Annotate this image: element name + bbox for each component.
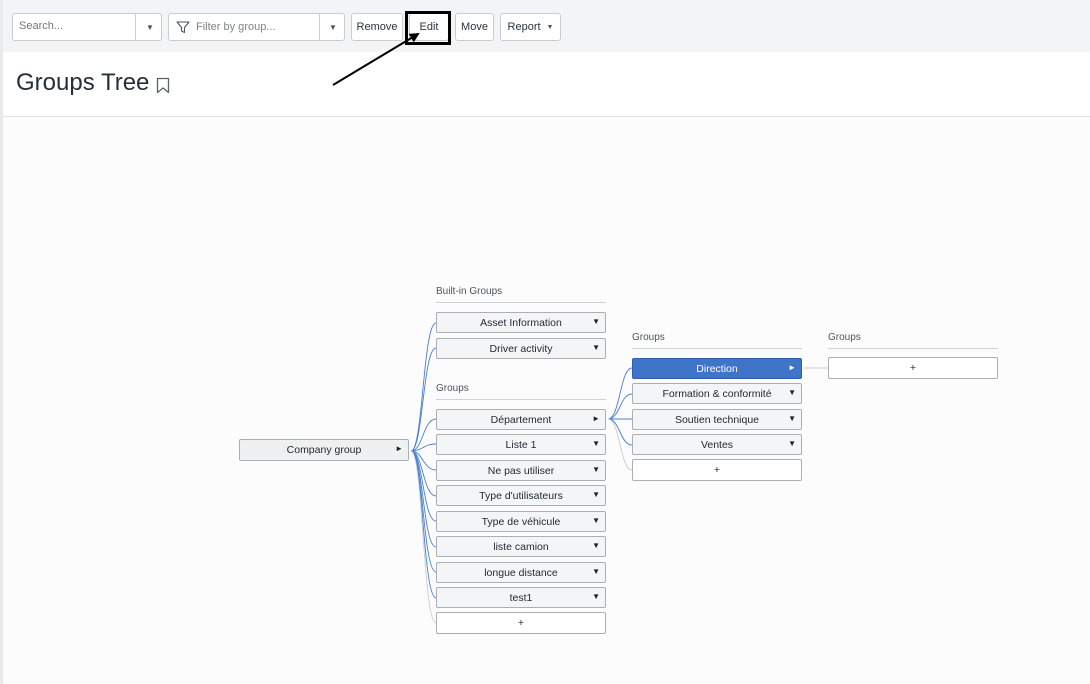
tree-node-formation-conformite[interactable]: Formation & conformité ▼ (632, 383, 802, 404)
tree-node-driver-activity[interactable]: Driver activity ▼ (436, 338, 606, 359)
builtin-groups-rule (436, 302, 606, 303)
tree-node-longue-distance[interactable]: longue distance ▼ (436, 562, 606, 583)
groups-title: Groups (436, 383, 469, 394)
expand-arrow-icon[interactable]: ► (592, 414, 600, 423)
dropdown-arrow-icon[interactable]: ▼ (592, 516, 600, 525)
subsubgroups-title: Groups (828, 332, 861, 343)
tree-node-ventes[interactable]: Ventes ▼ (632, 434, 802, 455)
node-label: Ne pas utiliser (487, 464, 555, 477)
node-label: Direction (696, 362, 738, 375)
dropdown-arrow-icon[interactable]: ▼ (592, 465, 600, 474)
dropdown-arrow-icon[interactable]: ▼ (592, 490, 600, 499)
node-label: Company group (286, 444, 362, 456)
node-label: Soutien technique (674, 413, 760, 426)
node-label: Formation & conformité (662, 387, 772, 400)
node-label: Type d'utilisateurs (479, 489, 563, 502)
tree-node-direction[interactable]: Direction ► (632, 358, 802, 379)
add-subsubgroup-button[interactable]: + (828, 357, 998, 379)
dropdown-arrow-icon[interactable]: ▼ (592, 317, 600, 326)
expand-arrow-icon[interactable]: ► (395, 444, 403, 453)
node-label: Département (490, 413, 552, 426)
node-label: Driver activity (489, 342, 553, 355)
dropdown-arrow-icon[interactable]: ▼ (592, 343, 600, 352)
dropdown-arrow-icon[interactable]: ▼ (592, 567, 600, 576)
dropdown-arrow-icon[interactable]: ▼ (788, 439, 796, 448)
node-label: longue distance (484, 566, 558, 579)
dropdown-arrow-icon[interactable]: ▼ (592, 541, 600, 550)
tree-node-company-group[interactable]: Company group ► (239, 439, 409, 461)
tree-node-ne-pas-utiliser[interactable]: Ne pas utiliser ▼ (436, 460, 606, 481)
node-label: Ventes (700, 438, 734, 451)
expand-arrow-icon[interactable]: ► (788, 363, 796, 372)
tree-node-asset-information[interactable]: Asset Information ▼ (436, 312, 606, 333)
add-group-button[interactable]: + (436, 612, 606, 634)
node-label: liste camion (493, 540, 549, 553)
add-label: + (517, 617, 525, 629)
node-label: Liste 1 (505, 438, 537, 451)
dropdown-arrow-icon[interactable]: ▼ (788, 414, 796, 423)
add-subgroup-button[interactable]: + (632, 459, 802, 481)
subsubgroups-rule (828, 348, 998, 349)
dropdown-arrow-icon[interactable]: ▼ (788, 388, 796, 397)
node-label: Type de véhicule (481, 515, 561, 528)
tree-node-soutien-technique[interactable]: Soutien technique ▼ (632, 409, 802, 430)
subgroups-title: Groups (632, 332, 665, 343)
tree-node-type-utilisateurs[interactable]: Type d'utilisateurs ▼ (436, 485, 606, 506)
node-label: Asset Information (480, 316, 562, 329)
add-label: + (713, 464, 721, 476)
tree-node-type-vehicule[interactable]: Type de véhicule ▼ (436, 511, 606, 532)
builtin-groups-title: Built-in Groups (436, 286, 503, 297)
dropdown-arrow-icon[interactable]: ▼ (592, 592, 600, 601)
subgroups-rule (632, 348, 802, 349)
tree-node-test1[interactable]: test1 ▼ (436, 587, 606, 608)
annotation-arrow (332, 32, 420, 86)
node-label: test1 (509, 591, 533, 604)
tree-node-liste-1[interactable]: Liste 1 ▼ (436, 434, 606, 455)
tree-node-departement[interactable]: Département ► (436, 409, 606, 430)
add-label: + (909, 362, 917, 374)
groups-rule (436, 399, 606, 400)
dropdown-arrow-icon[interactable]: ▼ (592, 439, 600, 448)
tree-node-liste-camion[interactable]: liste camion ▼ (436, 536, 606, 557)
